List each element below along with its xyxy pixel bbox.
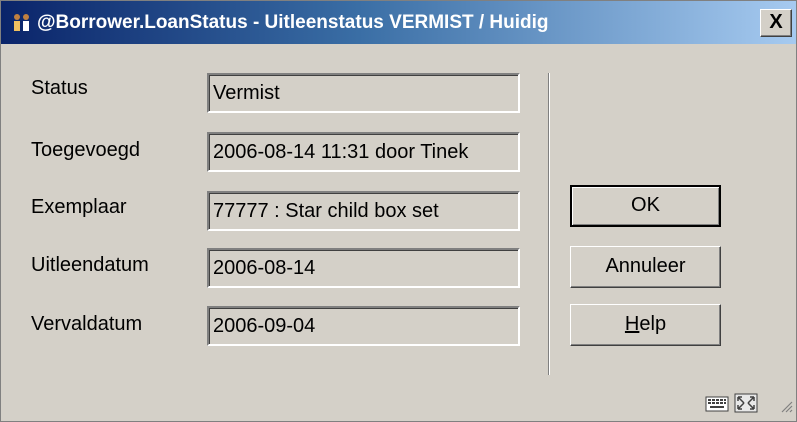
size-grip-icon[interactable] bbox=[779, 399, 793, 413]
loan-date-field[interactable]: 2006-08-14 bbox=[207, 248, 520, 288]
help-label-rest: elp bbox=[639, 313, 667, 335]
copy-field[interactable]: 77777 : Star child box set bbox=[207, 191, 520, 231]
added-label: Toegevoegd bbox=[31, 139, 140, 161]
cancel-button[interactable]: Annuleer bbox=[570, 246, 721, 288]
keyboard-icon[interactable] bbox=[705, 393, 729, 413]
help-button[interactable]: Help bbox=[570, 304, 721, 346]
copy-label: Exemplaar bbox=[31, 196, 127, 218]
users-icon bbox=[14, 14, 29, 31]
vertical-divider bbox=[548, 73, 550, 375]
status-label: Status bbox=[31, 77, 88, 99]
added-field[interactable]: 2006-08-14 11:31 door Tinek bbox=[207, 132, 520, 172]
loan-status-dialog: @Borrower.LoanStatus - Uitleenstatus VER… bbox=[0, 0, 797, 422]
close-button[interactable]: X bbox=[760, 9, 792, 37]
due-date-field[interactable]: 2006-09-04 bbox=[207, 306, 520, 346]
window-title: @Borrower.LoanStatus - Uitleenstatus VER… bbox=[37, 12, 549, 33]
status-field[interactable]: Vermist bbox=[207, 73, 520, 113]
ok-button[interactable]: OK bbox=[570, 185, 721, 227]
help-mnemonic: H bbox=[624, 313, 640, 335]
loan-date-label: Uitleendatum bbox=[31, 254, 149, 276]
resize-icon[interactable] bbox=[734, 393, 758, 413]
title-bar[interactable]: @Borrower.LoanStatus - Uitleenstatus VER… bbox=[1, 1, 796, 44]
due-date-label: Vervaldatum bbox=[31, 313, 143, 335]
